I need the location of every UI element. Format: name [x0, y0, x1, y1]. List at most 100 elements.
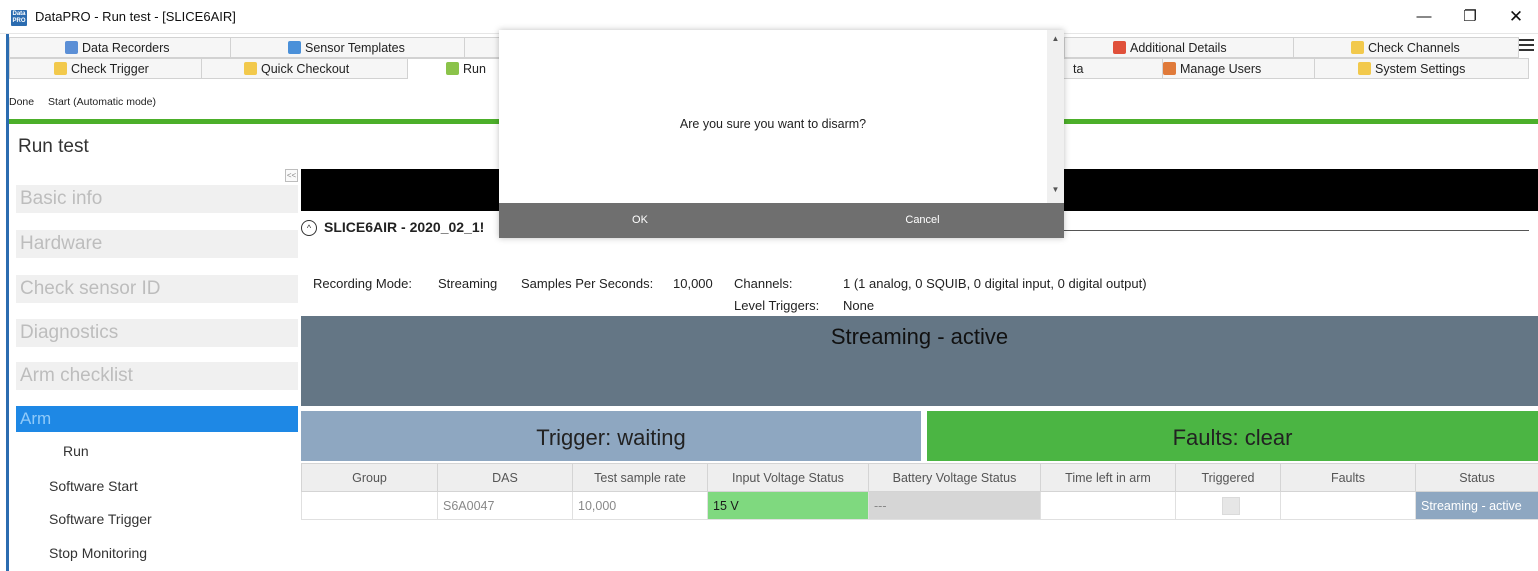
nav-diagnostics[interactable]: Diagnostics [16, 319, 298, 347]
nav-check-sensor-id[interactable]: Check sensor ID [16, 275, 298, 303]
tab-label: Sensor Templates [305, 41, 405, 55]
tab-system-settings[interactable]: System Settings [1315, 58, 1529, 79]
nav-arm-checklist[interactable]: Arm checklist [16, 362, 298, 390]
streaming-status-text: Streaming - active [830, 324, 1009, 349]
tab-data-partial[interactable]: ta [1064, 58, 1163, 79]
cell-rate: 10,000 [572, 491, 708, 520]
template-icon [288, 41, 301, 54]
table-header-row: Group DAS Test sample rate Input Voltage… [301, 463, 1538, 492]
tab-label: Run [463, 62, 486, 76]
faults-status-panel: Faults: clear [927, 411, 1538, 461]
nav-sub-run[interactable]: Run [63, 443, 89, 459]
cell-das: S6A0047 [437, 491, 573, 520]
nav-sub-software-start[interactable]: Software Start [49, 478, 138, 494]
tab-label: ta [1073, 62, 1084, 76]
cell-triggered [1175, 491, 1281, 520]
page-title: Run test [18, 136, 89, 157]
faults-status-text: Faults: clear [1172, 425, 1293, 450]
recording-mode-label: Recording Mode: [313, 276, 412, 291]
disarm-confirm-dialog: Are you sure you want to disarm? ▲ ▼ OK … [499, 30, 1064, 238]
tab-run[interactable]: Run [408, 58, 508, 79]
minimize-button[interactable]: — [1401, 0, 1447, 34]
checkout-icon [244, 62, 257, 75]
tab-label: Manage Users [1180, 62, 1262, 76]
title-bar: Data PRO DataPRO - Run test - [SLICE6AIR… [0, 0, 1538, 34]
cell-time-left [1040, 491, 1176, 520]
col-header-das[interactable]: DAS [437, 463, 573, 492]
tab-label: Quick Checkout [261, 62, 350, 76]
dialog-footer: OK Cancel [499, 203, 1064, 238]
start-automatic-button[interactable]: Start (Automatic mode) [48, 96, 156, 108]
col-header-faults[interactable]: Faults [1280, 463, 1416, 492]
col-header-time-left[interactable]: Time left in arm [1040, 463, 1176, 492]
tab-quick-checkout[interactable]: Quick Checkout [202, 58, 408, 79]
restore-button[interactable]: ❐ [1447, 0, 1493, 34]
collapse-nav-button[interactable]: << [285, 169, 298, 182]
tab-additional-details[interactable]: Additional Details [1065, 37, 1294, 58]
level-triggers-label: Level Triggers: [734, 298, 820, 313]
col-header-group[interactable]: Group [301, 463, 438, 492]
ok-button[interactable]: OK [499, 203, 781, 238]
dialog-message: Are you sure you want to disarm? [679, 117, 867, 131]
das-table: Group DAS Test sample rate Input Voltage… [301, 463, 1538, 520]
scroll-up-icon[interactable]: ▲ [1047, 34, 1064, 43]
sps-label: Samples Per Seconds: [521, 276, 654, 291]
cell-input-voltage: 15 V [707, 491, 869, 520]
section-divider [1063, 230, 1529, 231]
dialog-scrollbar[interactable]: ▲ ▼ [1047, 30, 1064, 203]
cell-status: Streaming - active [1415, 491, 1538, 520]
scroll-down-icon[interactable]: ▼ [1047, 185, 1064, 194]
channels-value: 1 (1 analog, 0 SQUIB, 0 digital input, 0… [843, 276, 1147, 291]
section-title: SLICE6AIR - 2020_02_1! [324, 219, 485, 235]
nav-arm[interactable]: Arm [16, 406, 298, 432]
users-icon [1163, 62, 1176, 75]
col-header-battery-voltage[interactable]: Battery Voltage Status [868, 463, 1041, 492]
close-window-button[interactable]: ✕ [1493, 0, 1538, 34]
trigger-status-panel: Trigger: waiting [301, 411, 921, 461]
window-left-accent [6, 34, 9, 571]
done-button[interactable]: Done [9, 96, 34, 108]
col-header-input-voltage[interactable]: Input Voltage Status [707, 463, 869, 492]
cell-faults [1280, 491, 1416, 520]
settings-icon [1358, 62, 1371, 75]
nav-sub-stop-monitoring[interactable]: Stop Monitoring [49, 545, 147, 561]
recorder-icon [65, 41, 78, 54]
level-triggers-value: None [843, 298, 875, 313]
run-icon [446, 62, 459, 75]
cell-group [301, 491, 438, 520]
tab-label: Data Recorders [82, 41, 170, 55]
tab-check-channels[interactable]: Check Channels [1294, 37, 1519, 58]
col-header-status[interactable]: Status [1415, 463, 1538, 492]
tab-label: System Settings [1375, 62, 1466, 76]
window-title: DataPRO - Run test - [SLICE6AIR] [35, 9, 236, 24]
nav-basic-info[interactable]: Basic info [16, 185, 298, 213]
nav-hardware[interactable]: Hardware [16, 230, 298, 258]
toolbar: Done Start (Automatic mode) [9, 96, 167, 108]
tab-label: Check Trigger [71, 62, 149, 76]
trigger-status-text: Trigger: waiting [536, 425, 686, 450]
channels-label: Channels: [734, 276, 793, 291]
tab-label: Check Channels [1368, 41, 1460, 55]
streaming-status-panel: Streaming - active [301, 316, 1538, 406]
triggered-checkbox[interactable] [1221, 496, 1240, 515]
table-row[interactable]: S6A0047 10,000 15 V --- Streaming - acti… [301, 491, 1538, 520]
channels-icon [1351, 41, 1364, 54]
tab-manage-users[interactable]: Manage Users [1163, 58, 1315, 79]
cell-battery-voltage: --- [868, 491, 1041, 520]
cancel-button[interactable]: Cancel [781, 203, 1064, 238]
tab-label: Additional Details [1130, 41, 1227, 55]
tab-data-recorders[interactable]: Data Recorders [9, 37, 231, 58]
collapse-chevron-icon[interactable]: ^ [301, 220, 317, 236]
app-logo-icon: Data PRO [11, 10, 27, 26]
recording-mode-value: Streaming [438, 276, 498, 291]
tab-sensor-templates[interactable]: Sensor Templates [231, 37, 465, 58]
details-icon [1113, 41, 1126, 54]
nav-sub-software-trigger[interactable]: Software Trigger [49, 511, 152, 527]
sps-value: 10,000 [673, 276, 713, 291]
col-header-test-sample-rate[interactable]: Test sample rate [572, 463, 708, 492]
menu-icon[interactable] [1519, 39, 1534, 53]
trigger-icon [54, 62, 67, 75]
dialog-body: Are you sure you want to disarm? [499, 30, 1064, 203]
col-header-triggered[interactable]: Triggered [1175, 463, 1281, 492]
tab-check-trigger[interactable]: Check Trigger [9, 58, 202, 79]
